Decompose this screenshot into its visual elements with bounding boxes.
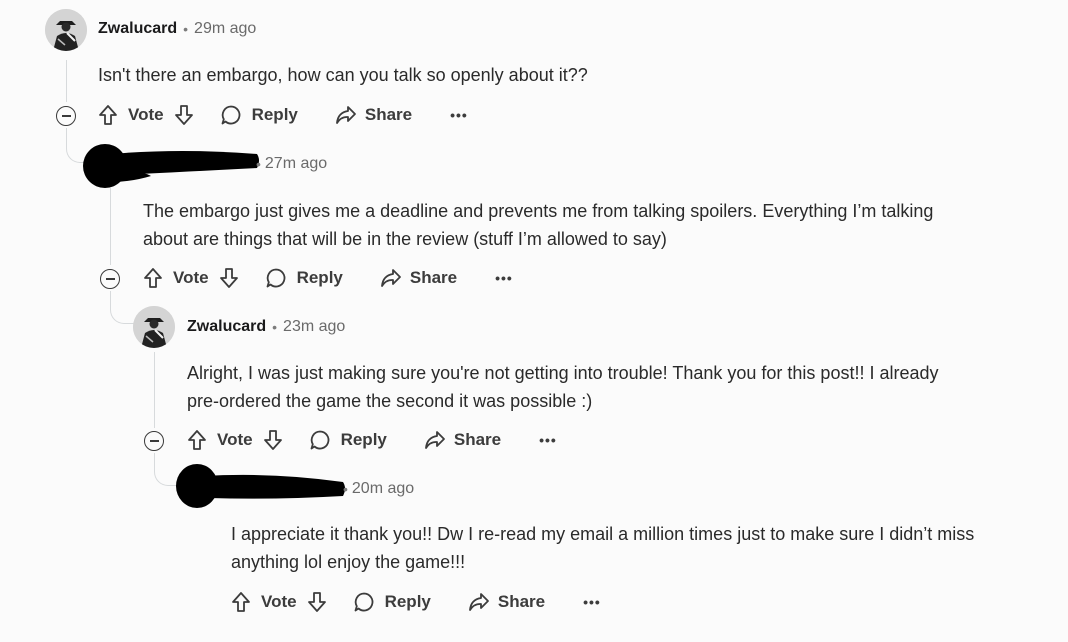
collapse-minus-icon[interactable] bbox=[100, 269, 120, 289]
comment-text: I appreciate it thank you!! Dw I re-read… bbox=[231, 524, 975, 572]
reply-button[interactable]: Reply bbox=[220, 104, 298, 126]
comment-text: Isn't there an embargo, how can you talk… bbox=[98, 65, 588, 85]
separator-dot: • bbox=[343, 481, 348, 497]
arrow-down-icon[interactable] bbox=[263, 429, 283, 451]
avatar[interactable] bbox=[45, 9, 87, 51]
collapse-minus-icon[interactable] bbox=[56, 106, 76, 126]
thread-line bbox=[110, 188, 111, 265]
separator-dot: • bbox=[183, 21, 189, 37]
comment-actions: Vote Reply Share ••• bbox=[98, 101, 468, 129]
share-label: Share bbox=[497, 592, 546, 611]
arrow-down-icon[interactable] bbox=[174, 104, 194, 126]
reply-label: Reply bbox=[251, 105, 298, 124]
comment-actions: Vote Reply Share ••• bbox=[231, 588, 601, 616]
thread-line bbox=[66, 60, 67, 102]
speech-bubble-icon bbox=[265, 267, 297, 289]
arrow-down-icon[interactable] bbox=[307, 591, 327, 613]
comment-actions: Vote Reply Share ••• bbox=[143, 264, 513, 292]
share-arrow-icon bbox=[335, 105, 365, 125]
comment-thread: Zwalucard • 29m ago Isn't there an embar… bbox=[0, 0, 1068, 642]
vote-control: Vote bbox=[231, 591, 327, 613]
share-arrow-icon bbox=[424, 430, 454, 450]
vote-control: Vote bbox=[143, 267, 239, 289]
share-button[interactable]: Share bbox=[468, 592, 545, 612]
comment-actions: Vote Reply Share ••• bbox=[187, 426, 557, 454]
speech-bubble-icon bbox=[309, 429, 341, 451]
redacted-avatar-and-username bbox=[81, 142, 261, 190]
share-label: Share bbox=[409, 268, 458, 287]
timestamp[interactable]: 20m ago bbox=[352, 480, 414, 498]
share-button[interactable]: Share bbox=[335, 105, 412, 125]
timestamp[interactable]: 27m ago bbox=[265, 155, 327, 173]
separator-dot: • bbox=[272, 319, 278, 335]
reply-button[interactable]: Reply bbox=[309, 429, 387, 451]
arrow-up-icon[interactable] bbox=[187, 429, 207, 451]
separator-dot: • bbox=[256, 156, 261, 172]
speech-bubble-icon bbox=[353, 591, 385, 613]
share-label: Share bbox=[453, 430, 502, 449]
arrow-down-icon[interactable] bbox=[219, 267, 239, 289]
more-dots-icon[interactable]: ••• bbox=[583, 594, 601, 610]
share-button[interactable]: Share bbox=[380, 268, 457, 288]
arrow-up-icon[interactable] bbox=[98, 104, 118, 126]
arrow-up-icon[interactable] bbox=[143, 267, 163, 289]
comment-text: The embargo just gives me a deadline and… bbox=[143, 201, 934, 249]
share-arrow-icon bbox=[380, 268, 410, 288]
thread-elbow bbox=[110, 291, 135, 324]
redacted-avatar-and-username bbox=[173, 462, 353, 510]
username[interactable]: Zwalucard bbox=[187, 318, 266, 336]
collapse-minus-icon[interactable] bbox=[144, 431, 164, 451]
comment-header: Zwalucard • 23m ago bbox=[187, 318, 345, 336]
comment-header: • 20m ago bbox=[343, 480, 414, 498]
more-dots-icon[interactable]: ••• bbox=[539, 432, 557, 448]
comment-text: Alright, I was just making sure you're n… bbox=[187, 363, 939, 411]
vote-label: Vote bbox=[128, 105, 164, 124]
more-dots-icon[interactable]: ••• bbox=[495, 270, 513, 286]
reply-label: Reply bbox=[296, 268, 343, 287]
arrow-up-icon[interactable] bbox=[231, 591, 251, 613]
vote-label: Vote bbox=[173, 268, 209, 287]
vote-control: Vote bbox=[98, 104, 194, 126]
vote-label: Vote bbox=[217, 430, 253, 449]
avatar[interactable] bbox=[133, 306, 175, 348]
comment-header: Zwalucard • 29m ago bbox=[98, 20, 256, 38]
share-label: Share bbox=[364, 105, 413, 124]
vote-label: Vote bbox=[261, 592, 297, 611]
thread-line bbox=[154, 352, 155, 428]
timestamp[interactable]: 29m ago bbox=[194, 20, 256, 38]
timestamp[interactable]: 23m ago bbox=[283, 318, 345, 336]
vote-control: Vote bbox=[187, 429, 283, 451]
reply-label: Reply bbox=[384, 592, 431, 611]
share-arrow-icon bbox=[468, 592, 498, 612]
share-button[interactable]: Share bbox=[424, 430, 501, 450]
reply-label: Reply bbox=[340, 430, 387, 449]
reply-button[interactable]: Reply bbox=[353, 591, 431, 613]
comment-header: • 27m ago bbox=[256, 155, 327, 173]
username[interactable]: Zwalucard bbox=[98, 20, 177, 38]
reply-button[interactable]: Reply bbox=[265, 267, 343, 289]
more-dots-icon[interactable]: ••• bbox=[450, 107, 468, 123]
speech-bubble-icon bbox=[220, 104, 252, 126]
